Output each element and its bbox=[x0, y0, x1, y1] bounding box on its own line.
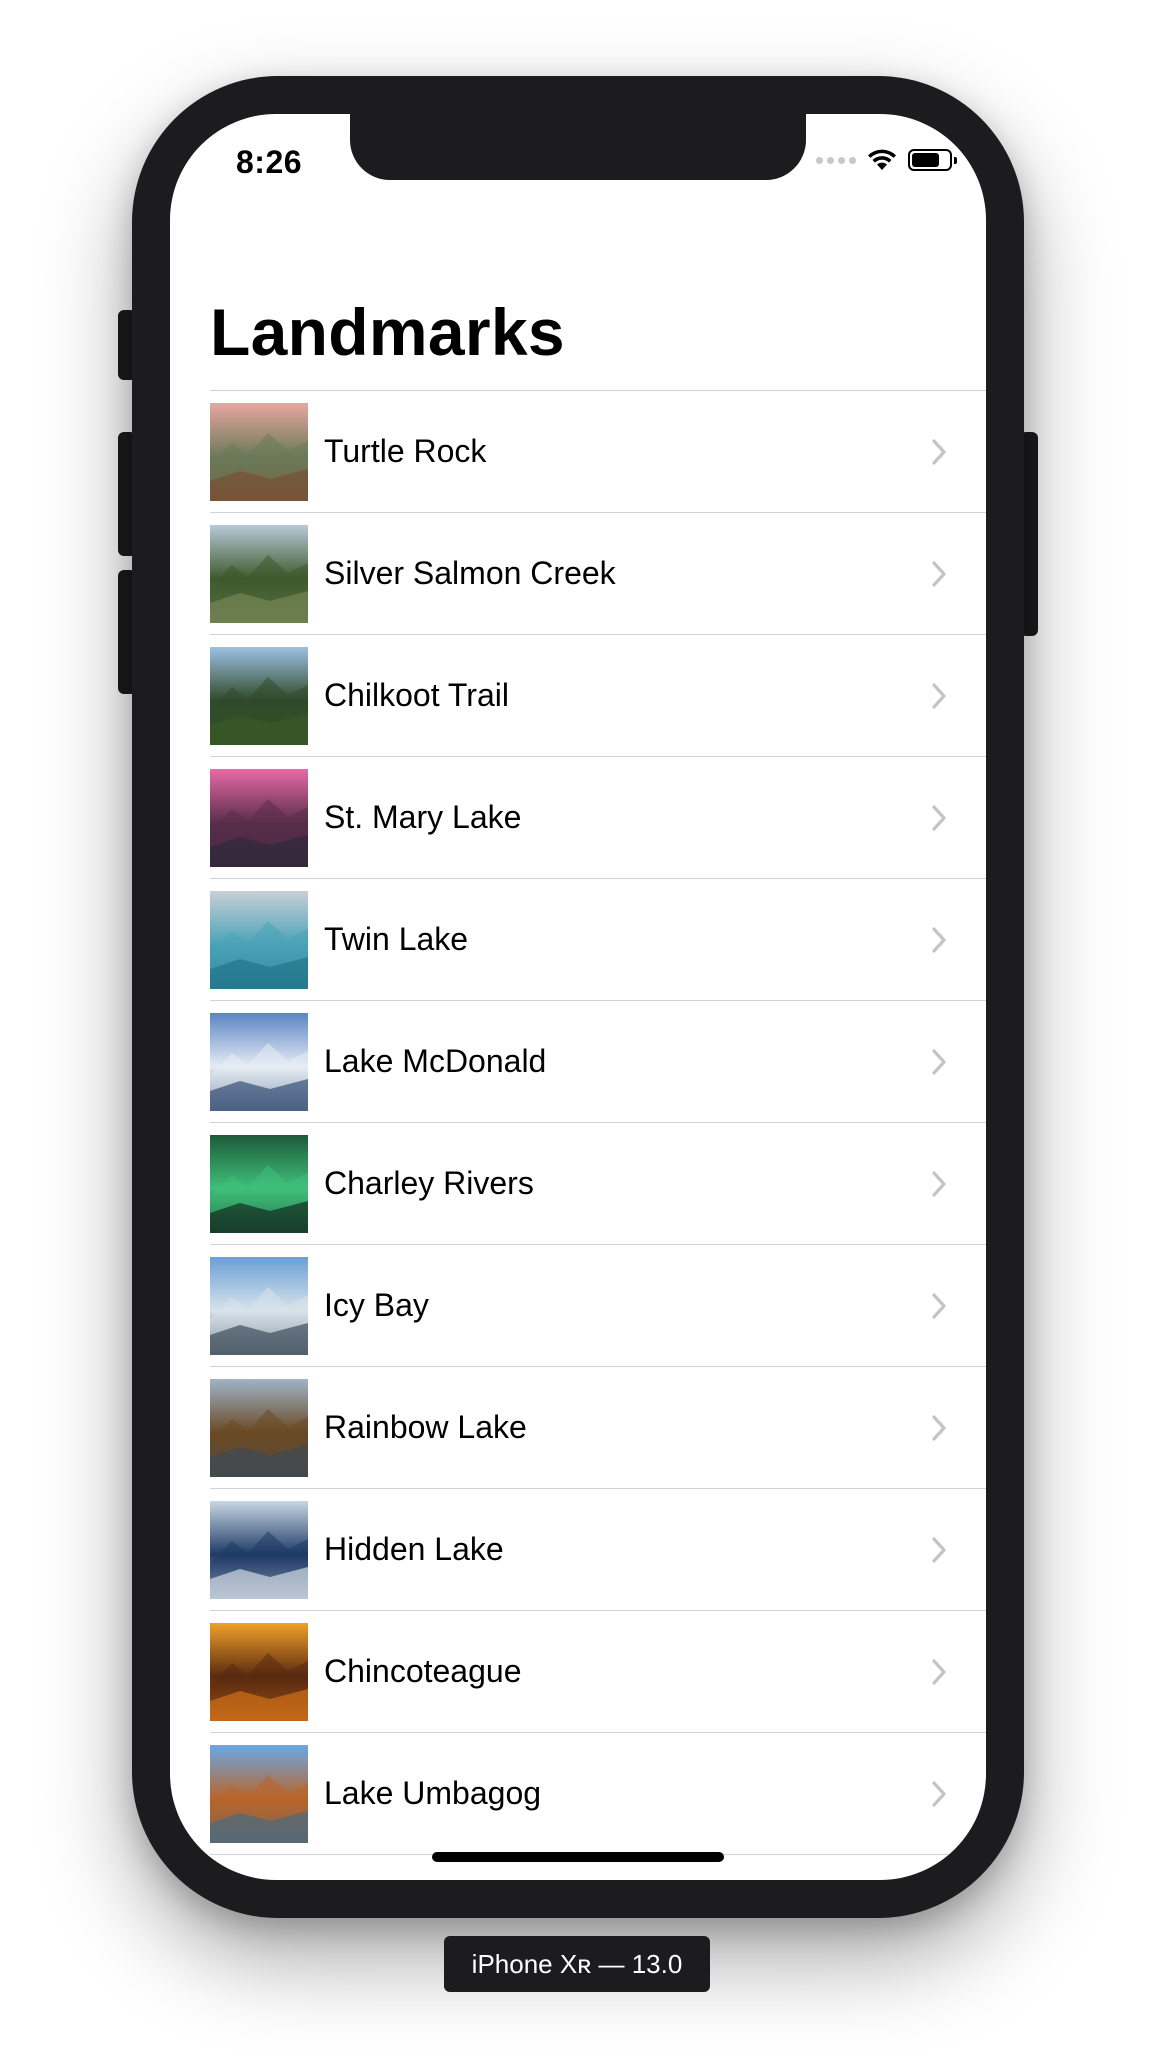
chevron-right-icon bbox=[932, 438, 946, 465]
landmark-name: St. Mary Lake bbox=[324, 799, 522, 835]
landmark-row[interactable]: Lake Umbagog bbox=[210, 1733, 986, 1855]
battery-level bbox=[912, 153, 939, 167]
landmark-name: Lake Umbagog bbox=[324, 1775, 542, 1811]
page-title: Landmarks bbox=[210, 295, 565, 369]
chevron-right-icon bbox=[932, 1048, 946, 1075]
landmark-row[interactable]: Lake McDonald bbox=[210, 1001, 986, 1123]
landmark-row[interactable]: Icy Bay bbox=[210, 1245, 986, 1367]
landmark-list: Turtle Rock Silver Salmon Creek Chilkoot T… bbox=[210, 390, 986, 1855]
landmark-row[interactable]: Charley Rivers bbox=[210, 1123, 986, 1245]
simulator-canvas: 8:26 Landmarks Turtle Rock Silver Salmon … bbox=[0, 0, 1154, 2066]
landmark-thumbnail bbox=[210, 1500, 308, 1599]
landmark-row[interactable]: Hidden Lake bbox=[210, 1489, 986, 1611]
chevron-right-icon bbox=[932, 1536, 946, 1563]
landmark-thumbnail bbox=[210, 524, 308, 623]
landmark-thumbnail bbox=[210, 402, 308, 501]
chevron-right-icon bbox=[932, 804, 946, 831]
landmark-name: Icy Bay bbox=[324, 1287, 429, 1323]
chevron-right-icon bbox=[932, 1414, 946, 1441]
chevron-right-icon bbox=[932, 1170, 946, 1197]
chevron-right-icon bbox=[932, 560, 946, 587]
landmark-name: Silver Salmon Creek bbox=[324, 555, 616, 591]
device-screen: 8:26 Landmarks Turtle Rock Silver Salmon … bbox=[170, 114, 986, 1880]
status-time: 8:26 bbox=[236, 144, 303, 180]
landmark-thumbnail bbox=[210, 646, 308, 745]
landmark-thumbnail bbox=[210, 1622, 308, 1721]
cellular-signal-icon bbox=[816, 156, 856, 164]
landmark-row[interactable]: Turtle Rock bbox=[210, 391, 986, 513]
landmark-thumbnail bbox=[210, 1012, 308, 1111]
battery-icon bbox=[908, 149, 957, 171]
landmark-row[interactable]: St. Mary Lake bbox=[210, 757, 986, 879]
landmark-thumbnail bbox=[210, 1256, 308, 1355]
chevron-right-icon bbox=[932, 682, 946, 709]
landmark-thumbnail bbox=[210, 1378, 308, 1477]
landmark-thumbnail bbox=[210, 768, 308, 867]
battery-cap bbox=[954, 157, 957, 164]
wifi-icon bbox=[868, 149, 896, 170]
device-caption: iPhone Xʀ — 13.0 bbox=[444, 1936, 710, 1992]
landmark-name: Twin Lake bbox=[324, 921, 469, 957]
landmark-name: Chilkoot Trail bbox=[324, 677, 509, 713]
landmark-name: Rainbow Lake bbox=[324, 1409, 527, 1445]
chevron-right-icon bbox=[932, 1780, 946, 1807]
landmark-thumbnail bbox=[210, 890, 308, 989]
landmark-name: Lake McDonald bbox=[324, 1043, 547, 1079]
status-icons bbox=[816, 148, 957, 172]
landmark-name: Chincoteague bbox=[324, 1653, 522, 1689]
landmark-name: Charley Rivers bbox=[324, 1165, 534, 1201]
landmark-row[interactable]: Chilkoot Trail bbox=[210, 635, 986, 757]
home-indicator[interactable] bbox=[432, 1852, 724, 1862]
landmark-row[interactable]: Silver Salmon Creek bbox=[210, 513, 986, 635]
landmark-name: Hidden Lake bbox=[324, 1531, 504, 1567]
landmark-row[interactable]: Chincoteague bbox=[210, 1611, 986, 1733]
landmark-thumbnail bbox=[210, 1744, 308, 1843]
landmark-row[interactable]: Rainbow Lake bbox=[210, 1367, 986, 1489]
chevron-right-icon bbox=[932, 926, 946, 953]
landmark-row[interactable]: Twin Lake bbox=[210, 879, 986, 1001]
chevron-right-icon bbox=[932, 1658, 946, 1685]
landmark-name: Turtle Rock bbox=[324, 433, 487, 469]
chevron-right-icon bbox=[932, 1292, 946, 1319]
notch bbox=[350, 114, 806, 180]
landmark-thumbnail bbox=[210, 1134, 308, 1233]
